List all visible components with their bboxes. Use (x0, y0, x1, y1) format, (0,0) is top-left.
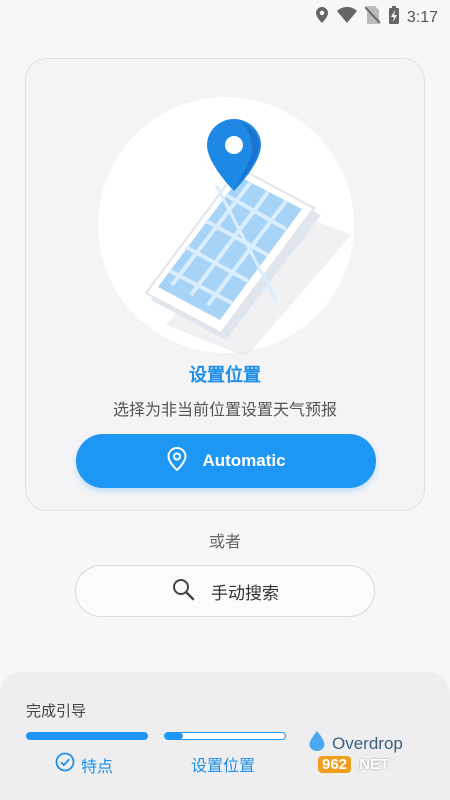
water-drop-icon (308, 730, 326, 757)
onboarding-guide-panel: 完成引导 特点 设置位置 Overdrop 962 .NET (0, 672, 450, 800)
site-watermark: 962 .NET (318, 756, 389, 773)
brand-logo: Overdrop (308, 730, 403, 757)
status-time: 3:17 (406, 8, 438, 26)
step-location-label: 设置位置 (191, 758, 256, 775)
manual-search-label: 手动搜索 (211, 583, 279, 603)
or-divider-text: 或者 (208, 534, 241, 551)
step-progress-location (164, 732, 286, 740)
card-subtitle: 选择为非当前位置设置天气预报 (112, 402, 337, 419)
step-set-location[interactable]: 设置位置 (191, 752, 255, 776)
phone-map-illustration (96, 95, 356, 357)
set-location-card: 设置位置 选择为非当前位置设置天气预报 Automatic (25, 58, 425, 511)
status-bar: 3:17 (0, 0, 450, 32)
card-title: 设置位置 (189, 365, 261, 385)
step-features[interactable]: 特点 (55, 752, 113, 777)
search-icon (171, 577, 195, 606)
no-sim-icon (364, 6, 381, 29)
battery-charging-icon (388, 6, 399, 29)
watermark-number: 962 (318, 756, 352, 773)
location-icon (315, 7, 329, 28)
location-pin-icon (166, 446, 188, 476)
step-progress-features (26, 732, 148, 740)
brand-name: Overdrop (332, 733, 403, 753)
automatic-location-button[interactable]: Automatic (76, 434, 376, 488)
manual-search-button[interactable]: 手动搜索 (75, 565, 375, 617)
guide-title: 完成引导 (26, 703, 87, 720)
status-icons: 3:17 (315, 6, 438, 29)
watermark-net: .NET (355, 756, 390, 773)
automatic-button-label: Automatic (202, 451, 286, 470)
step-features-label: 特点 (81, 758, 114, 776)
wifi-icon (336, 7, 357, 28)
check-circle-icon (55, 752, 75, 777)
